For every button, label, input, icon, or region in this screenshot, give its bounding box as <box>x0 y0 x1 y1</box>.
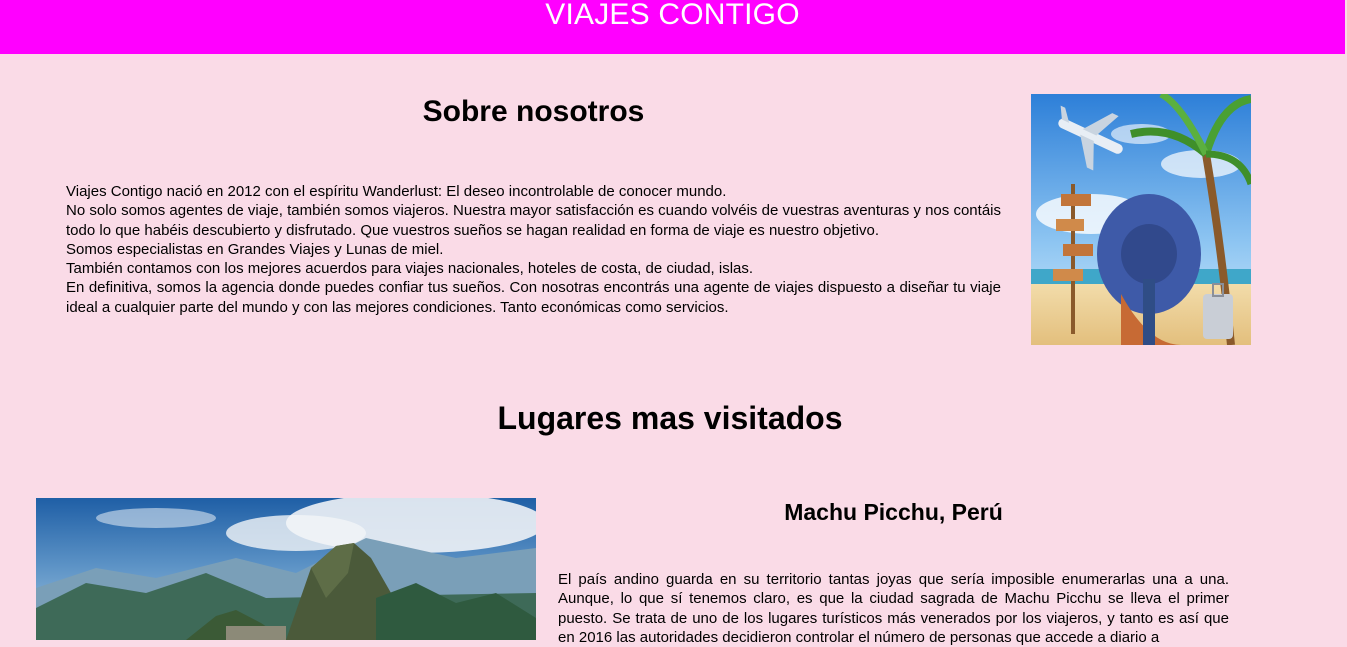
place-description: El país andino guarda en su territorio t… <box>558 571 1229 646</box>
about-travel-image <box>1031 94 1251 345</box>
about-paragraph: Viajes Contigo nació en 2012 con el espí… <box>66 183 727 200</box>
travel-photo-icon <box>1031 94 1251 345</box>
site-title: VIAJES CONTIGO <box>545 0 800 31</box>
about-paragraph: No solo somos agentes de viaje, también … <box>66 202 1001 239</box>
place-title: Machu Picchu, Perú <box>784 499 1003 525</box>
about-text: Viajes Contigo nació en 2012 con el espí… <box>66 182 1001 317</box>
mountain-photo-icon <box>36 498 536 640</box>
about-paragraph: En definitiva, somos la agencia donde pu… <box>66 279 1001 316</box>
places-title: Lugares mas visitados <box>497 400 843 436</box>
place-image-machu-picchu <box>36 498 536 640</box>
about-paragraph: Somos especialistas en Grandes Viajes y … <box>66 240 444 258</box>
about-paragraph: También contamos con los mejores acuerdo… <box>66 260 754 278</box>
site-header: VIAJES CONTIGO <box>0 0 1345 54</box>
about-title: Sobre nosotros <box>422 95 645 128</box>
